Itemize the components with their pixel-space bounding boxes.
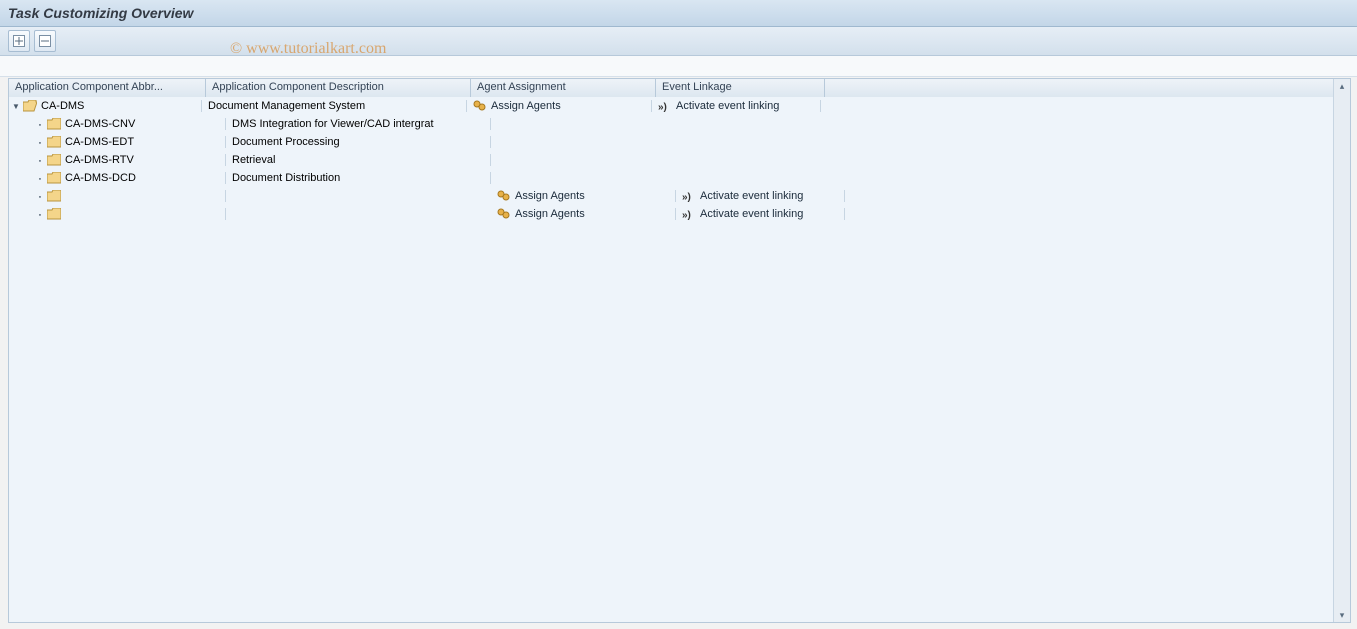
tree-row[interactable]: ● CA-DMS-EDT Document Processing bbox=[9, 133, 1334, 151]
column-header-row: Application Component Abbr... Applicatio… bbox=[9, 79, 1334, 98]
tree-node-desc: Retrieval bbox=[232, 154, 275, 166]
column-header-event[interactable]: Event Linkage bbox=[656, 79, 825, 97]
tree-row[interactable]: ● CA-DMS-DCD Document Distribution bbox=[9, 169, 1334, 187]
folder-open-icon bbox=[23, 100, 37, 112]
svg-text:»): ») bbox=[682, 210, 691, 220]
tree-leaf-bullet: ● bbox=[35, 137, 45, 147]
column-header-abbr[interactable]: Application Component Abbr... bbox=[9, 79, 206, 97]
tree-node-label: CA-DMS-CNV bbox=[65, 118, 135, 130]
folder-closed-icon bbox=[47, 154, 61, 166]
tree-leaf-bullet: ● bbox=[35, 119, 45, 129]
event-linking-icon: ») bbox=[682, 208, 696, 220]
assign-agents-icon bbox=[497, 190, 511, 202]
tree-node-label: CA-DMS bbox=[41, 100, 84, 112]
assign-agents-link[interactable]: Assign Agents bbox=[491, 100, 561, 112]
tree-row[interactable]: ▼ CA-DMS Document Management System Assi… bbox=[9, 97, 1334, 115]
grid-vertical-scrollbar[interactable]: ▴ ▾ bbox=[1333, 79, 1350, 622]
title-bar: Task Customizing Overview bbox=[0, 0, 1357, 27]
assign-agents-link[interactable]: Assign Agents bbox=[515, 208, 585, 220]
tree-node-label: CA-DMS-DCD bbox=[65, 172, 136, 184]
toolbar-spacer bbox=[0, 56, 1357, 77]
tree-node-desc: DMS Integration for Viewer/CAD intergrat bbox=[232, 118, 434, 130]
assign-agents-icon bbox=[497, 208, 511, 220]
folder-closed-icon bbox=[47, 190, 61, 202]
toolbar bbox=[0, 27, 1357, 56]
event-linking-icon: ») bbox=[658, 100, 672, 112]
column-header-desc[interactable]: Application Component Description bbox=[206, 79, 471, 97]
tree-grid: Application Component Abbr... Applicatio… bbox=[8, 78, 1351, 623]
folder-closed-icon bbox=[47, 172, 61, 184]
page-title: Task Customizing Overview bbox=[8, 5, 193, 21]
activate-event-link[interactable]: Activate event linking bbox=[700, 208, 803, 220]
tree-toggle-open[interactable]: ▼ bbox=[11, 101, 21, 111]
scroll-up-icon[interactable]: ▴ bbox=[1335, 79, 1349, 93]
tree-row[interactable]: ● CA-DMS-RTV Retrieval bbox=[9, 151, 1334, 169]
tree-row[interactable]: ● Assign Agents ») bbox=[9, 205, 1334, 223]
folder-closed-icon bbox=[47, 136, 61, 148]
scroll-down-icon[interactable]: ▾ bbox=[1335, 608, 1349, 622]
tree-leaf-bullet: ● bbox=[35, 191, 45, 201]
tree-node-label: CA-DMS-EDT bbox=[65, 136, 134, 148]
tree-leaf-bullet: ● bbox=[35, 155, 45, 165]
tree-node-label: CA-DMS-RTV bbox=[65, 154, 134, 166]
activate-event-link[interactable]: Activate event linking bbox=[676, 100, 779, 112]
tree-node-desc: Document Distribution bbox=[232, 172, 340, 184]
tree-expand-icon bbox=[13, 35, 25, 47]
svg-text:»): ») bbox=[658, 102, 667, 112]
tree-grid-body: ▼ CA-DMS Document Management System Assi… bbox=[9, 97, 1334, 622]
collapse-all-button[interactable] bbox=[34, 30, 56, 52]
column-header-agent[interactable]: Agent Assignment bbox=[471, 79, 656, 97]
activate-event-link[interactable]: Activate event linking bbox=[700, 190, 803, 202]
tree-node-desc: Document Management System bbox=[208, 100, 365, 112]
tree-row[interactable]: ● CA-DMS-CNV DMS Integration for Viewer/… bbox=[9, 115, 1334, 133]
tree-leaf-bullet: ● bbox=[35, 209, 45, 219]
folder-closed-icon bbox=[47, 208, 61, 220]
assign-agents-link[interactable]: Assign Agents bbox=[515, 190, 585, 202]
expand-all-button[interactable] bbox=[8, 30, 30, 52]
event-linking-icon: ») bbox=[682, 190, 696, 202]
svg-text:»): ») bbox=[682, 192, 691, 202]
tree-node-desc: Document Processing bbox=[232, 136, 340, 148]
tree-row[interactable]: ● Assign Agents ») bbox=[9, 187, 1334, 205]
column-header-rest bbox=[825, 79, 1334, 97]
folder-closed-icon bbox=[47, 118, 61, 130]
tree-leaf-bullet: ● bbox=[35, 173, 45, 183]
assign-agents-icon bbox=[473, 100, 487, 112]
tree-collapse-icon bbox=[39, 35, 51, 47]
